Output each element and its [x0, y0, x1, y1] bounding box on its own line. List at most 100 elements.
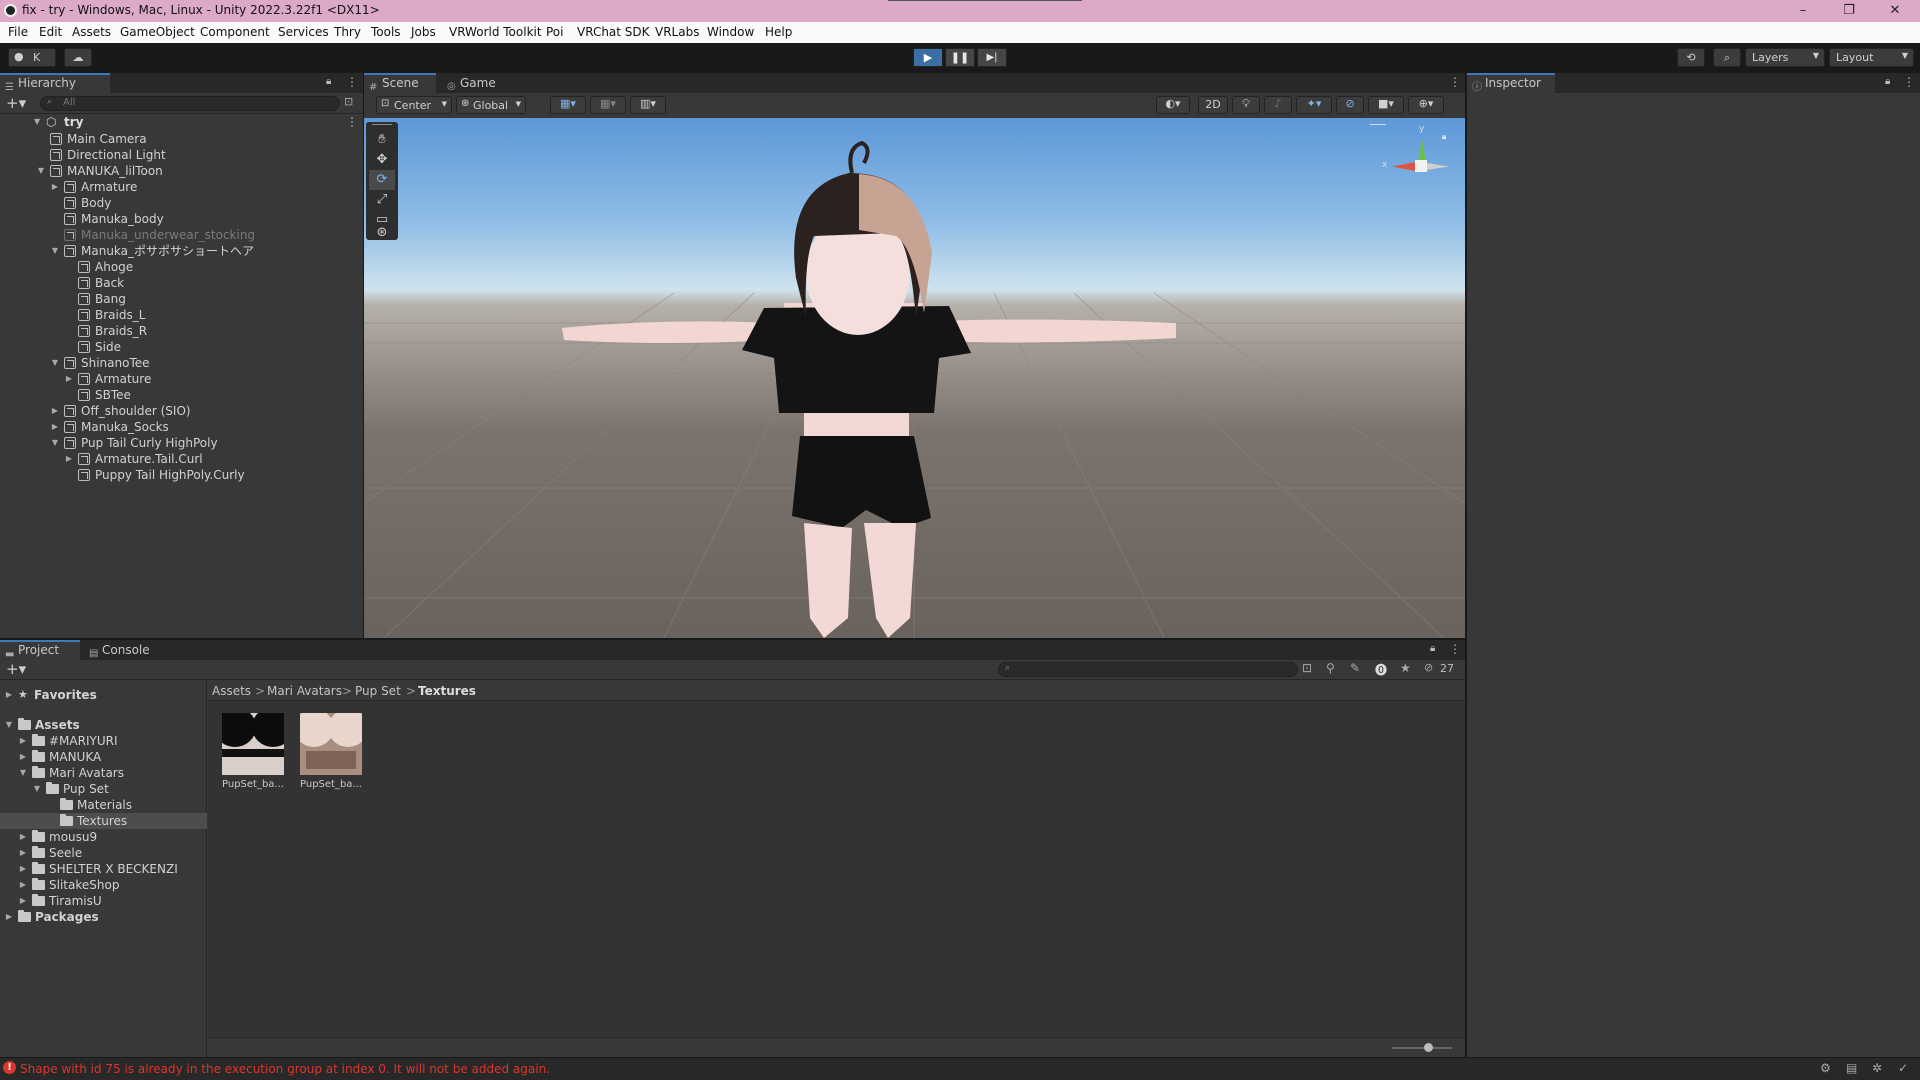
project-folder-item[interactable]: ▼ Mari Avatars — [0, 765, 207, 781]
chevron-down-icon[interactable]: ▼ — [32, 781, 42, 797]
lock-icon[interactable]: 🔒︎ — [1885, 76, 1890, 87]
chevron-right-icon[interactable]: ▶ — [50, 419, 60, 435]
hand-tool-icon[interactable]: ✋︎ — [369, 130, 395, 150]
chevron-right-icon[interactable]: ▶ — [64, 451, 74, 467]
kebab-menu-icon[interactable]: ⋮ — [1449, 75, 1461, 89]
chevron-right-icon[interactable]: ▶ — [64, 371, 74, 387]
asset-tile[interactable]: PupSet_ba... — [222, 713, 284, 793]
hierarchy-item[interactable]: ▶ Armature — [0, 179, 363, 195]
menu-tools[interactable]: Tools — [371, 25, 401, 39]
create-asset-button[interactable]: +▾ — [6, 660, 26, 678]
asset-tile[interactable]: PupSet_ba... — [300, 713, 362, 793]
chevron-down-icon[interactable]: ▼ — [50, 355, 60, 371]
project-folder-item[interactable]: ▶ MANUKA — [0, 749, 207, 765]
hierarchy-item[interactable]: Braids_L — [0, 307, 363, 323]
increment-snap-dropdown[interactable]: ▦▾ — [590, 96, 626, 114]
kebab-menu-icon[interactable]: ⋮ — [346, 75, 358, 89]
tab-hierarchy[interactable]: ☰ Hierarchy — [0, 73, 110, 93]
zoom-slider-track[interactable] — [1392, 1047, 1452, 1049]
hierarchy-item[interactable]: SBTee — [0, 387, 363, 403]
hierarchy-item[interactable]: ▶ Armature — [0, 371, 363, 387]
scene-viewport[interactable]: ✋︎ ✥ ⟳ ⤢ ▭ ⊛ y x 🔒︎ — [364, 118, 1465, 638]
pivot-center-dropdown[interactable]: ⊡ Center ▼ — [376, 96, 452, 114]
hierarchy-item[interactable]: Side — [0, 339, 363, 355]
lighting-toggle[interactable]: 💡︎ — [1232, 96, 1260, 114]
breadcrumb-textures[interactable]: Textures — [418, 684, 476, 698]
project-folder-item[interactable]: ▶ SHELTER X BECKENZI — [0, 861, 207, 877]
gizmo-z-axis[interactable] — [1427, 163, 1449, 170]
scene-filter-icon[interactable]: ⊡ — [344, 95, 353, 108]
overlay-drag-handle[interactable] — [372, 124, 392, 125]
menu-jobs[interactable]: Jobs — [411, 25, 436, 39]
hierarchy-item[interactable]: Braids_R — [0, 323, 363, 339]
project-folder-item[interactable]: Materials — [0, 797, 207, 813]
toggle-2d-button[interactable]: 2D — [1198, 96, 1228, 114]
account-button[interactable]: ● K — [8, 48, 56, 67]
gizmo-y-axis[interactable] — [1418, 138, 1426, 162]
menu-assets[interactable]: Assets — [72, 25, 111, 39]
space-global-dropdown[interactable]: ⊕ Global ▼ — [456, 96, 526, 114]
menu-poi[interactable]: Poi — [546, 25, 563, 39]
menu-file[interactable]: File — [8, 25, 28, 39]
gizmo-center-cube[interactable] — [1415, 160, 1427, 172]
menu-vrworld-toolkit[interactable]: VRWorld Toolkit — [449, 25, 542, 39]
chevron-down-icon[interactable]: ▼ — [50, 243, 60, 259]
hierarchy-item[interactable]: Back — [0, 275, 363, 291]
checkmark-icon[interactable]: ✓ — [1898, 1061, 1908, 1075]
favorite-star-icon[interactable]: ★ — [1400, 661, 1411, 675]
chevron-down-icon[interactable]: ▼ — [50, 435, 60, 451]
hierarchy-item[interactable]: ▼ MANUKA_lilToon — [0, 163, 363, 179]
close-button[interactable]: ✕ — [1872, 0, 1918, 22]
breadcrumb-assets[interactable]: Assets — [212, 684, 251, 698]
tab-scene[interactable]: # Scene — [364, 73, 436, 93]
scale-tool-icon[interactable]: ⤢ — [369, 190, 395, 210]
favorites-row[interactable]: ▶ ★ Favorites — [0, 687, 207, 703]
scene-header-row[interactable]: ▼ ⬡ try ⋮ — [0, 115, 363, 131]
chevron-down-icon[interactable]: ▼ — [36, 163, 46, 179]
layers-dropdown[interactable]: Layers ▼ — [1745, 48, 1825, 67]
lock-icon[interactable]: 🔒︎ — [1442, 132, 1446, 142]
hierarchy-item[interactable]: ▼ ShinanoTee — [0, 355, 363, 371]
hierarchy-item[interactable]: Body — [0, 195, 363, 211]
play-button[interactable]: ▶ — [913, 48, 943, 67]
maximize-button[interactable]: ❐ — [1826, 0, 1872, 22]
chevron-right-icon[interactable]: ▶ — [18, 861, 28, 877]
transform-tool-icon[interactable]: ⊛ — [369, 226, 395, 240]
menu-vrlabs[interactable]: VRLabs — [655, 25, 699, 39]
project-folder-item[interactable]: ▶ SlitakeShop — [0, 877, 207, 893]
align-dropdown[interactable]: ▥▾ — [630, 96, 666, 114]
search-by-type-icon[interactable]: ⊡ — [1302, 661, 1312, 675]
kebab-menu-icon[interactable]: ⋮ — [1449, 642, 1461, 656]
chevron-right-icon[interactable]: ▶ — [18, 893, 28, 909]
log-types-icon[interactable]: ⓿ — [1375, 661, 1387, 678]
chevron-right-icon[interactable]: ▶ — [18, 749, 28, 765]
menu-gameobject[interactable]: GameObject — [120, 25, 195, 39]
hierarchy-item[interactable]: Puppy Tail HighPoly.Curly — [0, 467, 363, 483]
rotate-tool-icon[interactable]: ⟳ — [369, 170, 395, 190]
project-folder-item[interactable]: ▶ Seele — [0, 845, 207, 861]
project-folder-item[interactable]: ▶ Packages — [0, 909, 207, 925]
hierarchy-item[interactable]: Main Camera — [0, 131, 363, 147]
draw-mode-dropdown[interactable]: ◐▾ — [1156, 96, 1190, 114]
tab-project[interactable]: ▬ Project — [0, 640, 80, 660]
tab-console[interactable]: ▤ Console — [84, 640, 164, 660]
hierarchy-item[interactable]: Bang — [0, 291, 363, 307]
hierarchy-item[interactable]: ▼ Manuka_ポサポサショートヘア — [0, 243, 363, 259]
hierarchy-item[interactable]: ▶ Manuka_Socks — [0, 419, 363, 435]
project-folder-item[interactable]: Textures — [0, 813, 207, 829]
menu-thry[interactable]: Thry — [334, 25, 361, 39]
project-search-input[interactable]: ⌕ — [998, 662, 1298, 677]
add-object-button[interactable]: +▾ — [6, 94, 26, 112]
debug-icon[interactable]: ✲ — [1872, 1061, 1882, 1075]
project-folder-item[interactable]: ▶ #MARIYURI — [0, 733, 207, 749]
minimize-button[interactable]: – — [1780, 0, 1826, 22]
hierarchy-item[interactable]: ▶ Armature.Tail.Curl — [0, 451, 363, 467]
avatar-model[interactable] — [364, 118, 1465, 638]
project-folder-item[interactable]: ▶ TiramisU — [0, 893, 207, 909]
bug-icon[interactable]: ⚙ — [1820, 1061, 1831, 1075]
search-button[interactable]: ⌕ — [1713, 48, 1741, 67]
undo-history-button[interactable]: ⟲ — [1677, 48, 1705, 67]
project-folder-item[interactable]: ▼ Assets — [0, 717, 207, 733]
menu-vrchat-sdk[interactable]: VRChat SDK — [577, 25, 650, 39]
menu-edit[interactable]: Edit — [39, 25, 62, 39]
